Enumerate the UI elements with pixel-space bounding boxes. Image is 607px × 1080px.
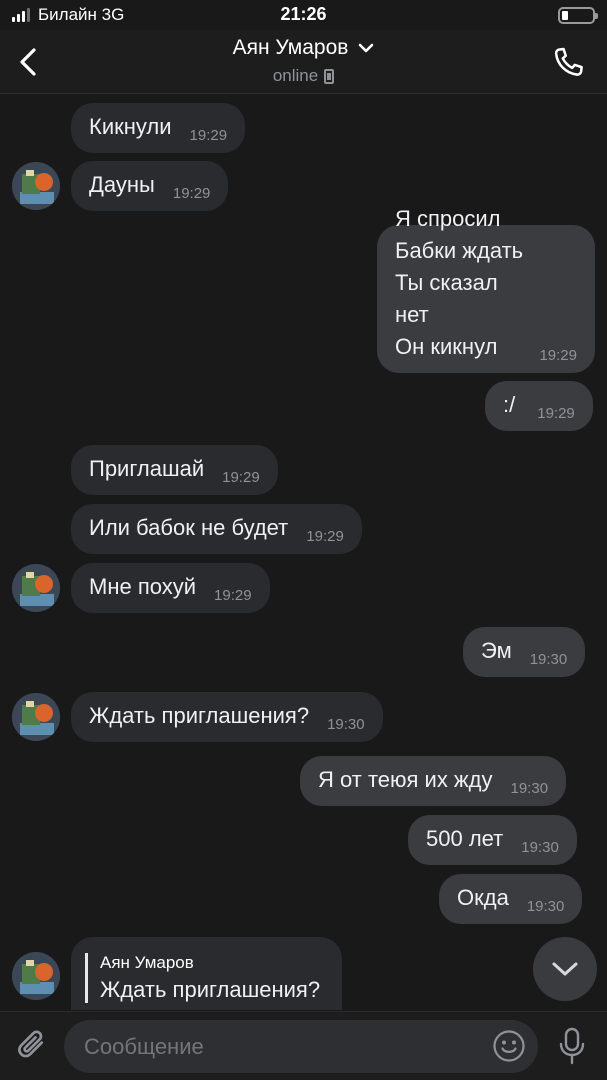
chevron-down-icon [552, 962, 578, 976]
message-time: 19:30 [526, 898, 565, 915]
message-text: Я спросил Бабки ждать Ты сказал нет Он к… [395, 206, 524, 359]
message-time: 19:29 [189, 127, 228, 144]
emoji-button[interactable] [492, 1029, 526, 1063]
chevron-down-icon [359, 43, 374, 53]
message-bubble-incoming[interactable]: Ждать приглашения? 19:30 [71, 692, 383, 742]
message-bubble-incoming[interactable]: Или бабок не будет 19:29 [71, 504, 362, 554]
message-text: Эм [481, 638, 512, 663]
call-button[interactable] [549, 44, 587, 82]
message-bubble-outgoing[interactable]: Эм 19:30 [463, 627, 586, 677]
message-time: 19:30 [521, 839, 559, 856]
attach-button[interactable] [14, 1026, 52, 1064]
message-text: 500 лет [426, 826, 504, 851]
message-time: 19:29 [539, 347, 577, 364]
smiley-icon [493, 1030, 525, 1062]
mobile-device-icon [324, 68, 335, 84]
message-bubble-outgoing[interactable]: Я от теюя их жду 19:30 [300, 756, 567, 806]
scroll-to-bottom-button[interactable] [533, 937, 597, 1001]
quoted-text: Ждать приглашения? [100, 977, 321, 1002]
avatar-image [12, 162, 60, 210]
quoted-author: Аян Умаров [100, 953, 194, 972]
clock: 21:26 [280, 4, 327, 24]
chat-title[interactable]: Аян Умаров [233, 36, 375, 60]
message-time: 19:30 [529, 651, 568, 668]
avatar-image [12, 693, 60, 741]
status-bar: Билайн 3G 21:26 [0, 0, 607, 30]
message-bubble-outgoing[interactable]: Окда 19:30 [439, 874, 583, 924]
online-status: online [272, 66, 319, 85]
message-bubble-outgoing[interactable]: 500 лет 19:30 [408, 815, 577, 865]
message-bubble-incoming[interactable]: Мне похуй 19:29 [71, 563, 270, 613]
contact-status: online [272, 66, 335, 86]
avatar-image [12, 564, 60, 612]
message-text: Дауны [89, 172, 155, 197]
message-time: 19:29 [537, 405, 575, 422]
message-text: :/ [503, 392, 516, 417]
message-time: 19:29 [306, 528, 344, 545]
message-bubble-incoming[interactable]: Приглашай 19:29 [71, 445, 278, 495]
message-input[interactable] [64, 1020, 538, 1073]
message-bubble-outgoing[interactable]: Я спросил Бабки ждать Ты сказал нет Он к… [377, 206, 595, 373]
message-text: Я от теюя их жду [318, 767, 493, 792]
avatar[interactable] [12, 693, 60, 741]
microphone-icon [559, 1027, 585, 1065]
quoted-message[interactable]: Аян Умаров Ждать приглашения? [85, 953, 328, 1003]
message-bubble-incoming[interactable]: Кикнули 19:29 [71, 103, 246, 153]
chat-header: Аян Умаров online [0, 30, 607, 94]
avatar[interactable] [12, 564, 60, 612]
avatar-image [12, 952, 60, 1000]
message-composer [0, 1011, 607, 1080]
message-time: 19:29 [222, 469, 260, 486]
message-feed[interactable]: Кикнули 19:29 Дауны 19:29 Я спросил Бабк… [0, 95, 607, 1010]
avatar[interactable] [12, 952, 60, 1000]
voice-message-button[interactable] [555, 1026, 589, 1066]
avatar[interactable] [12, 162, 60, 210]
phone-icon [554, 47, 583, 76]
contact-name: Аян Умаров [232, 36, 349, 59]
message-text: Ждать приглашения? [89, 703, 310, 728]
message-bubble-incoming[interactable]: Дауны 19:29 [71, 161, 229, 211]
message-bubble-outgoing[interactable]: :/ 19:29 [485, 381, 593, 431]
message-time: 19:29 [172, 185, 211, 202]
paperclip-icon [18, 1030, 44, 1058]
message-time: 19:30 [327, 716, 365, 733]
message-text: Окда [457, 885, 509, 910]
message-text: Кикнули [89, 114, 172, 139]
message-text: Или бабок не будет [89, 515, 289, 540]
message-text: Мне похуй [89, 574, 197, 599]
message-text: Приглашай [89, 456, 205, 481]
message-time: 19:30 [510, 780, 549, 797]
reply-message-bubble[interactable]: Аян Умаров Ждать приглашения? [71, 937, 342, 1010]
message-time: 19:29 [214, 587, 252, 604]
battery-icon [558, 7, 598, 24]
chat-title-area[interactable]: Аян Умаров online [0, 36, 607, 86]
